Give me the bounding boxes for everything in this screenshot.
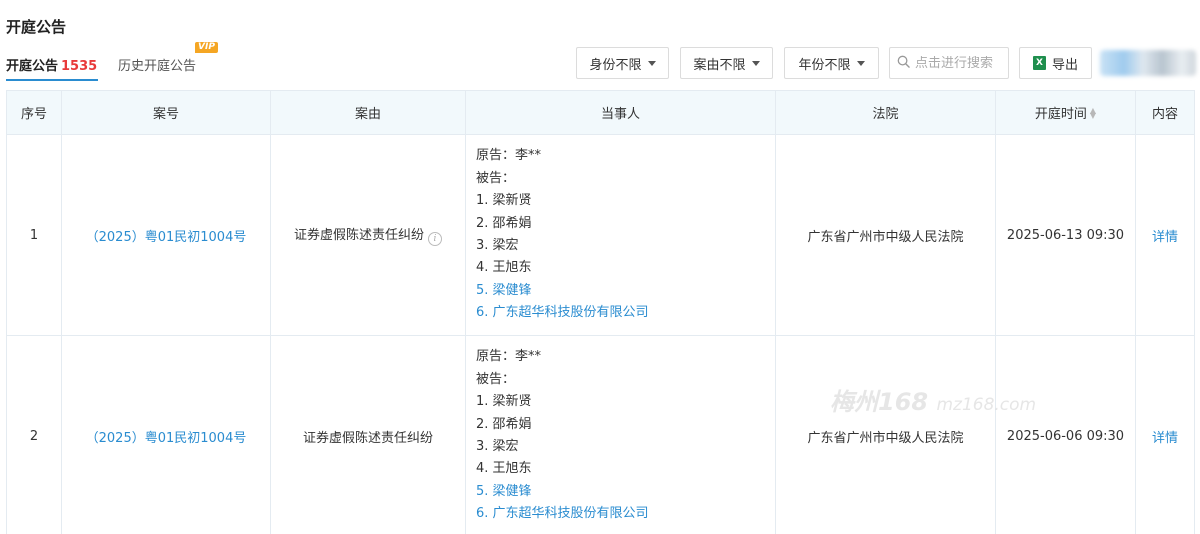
detail-link[interactable]: 详情 (1152, 230, 1178, 245)
defendant-link[interactable]: 6. 广东超华科技股份有限公司 (476, 503, 775, 525)
cause-cell: 证券虚假陈述责任纠纷 (270, 335, 466, 534)
cause-filter-dropdown[interactable]: 案由不限 (680, 47, 773, 79)
defendant-item: 2. 邵希娟 (476, 416, 532, 432)
header-parties: 当事人 (465, 90, 776, 135)
caret-down-icon (647, 60, 656, 66)
case-number-link[interactable]: （2025）粤01民初1004号 (86, 431, 247, 446)
plaintiff: 原告：李** (476, 349, 542, 365)
tab-current-announcements[interactable]: 开庭公告 1535 (6, 55, 97, 74)
header-time[interactable]: 开庭时间 ▲ ▼ (995, 90, 1136, 135)
defendant-item: 3. 梁宏 (476, 238, 519, 253)
vip-badge: VIP (195, 42, 218, 53)
sort-icon[interactable]: ▲ ▼ (1090, 107, 1096, 120)
court-cell: 广东省广州市中级人民法院 (775, 134, 996, 336)
identity-filter-label: 身份不限 (589, 57, 642, 73)
caret-down-icon (751, 60, 760, 66)
hearing-time-cell: 2025-06-06 09:30 (995, 335, 1136, 534)
search-input[interactable] (915, 55, 1005, 71)
page-title: 开庭公告 (6, 18, 67, 36)
court-announcement-table: 序号 案号 案由 当事人 法院 开庭时间 ▲ ▼ 内容 1 （2025）粤01民初1… (6, 90, 1195, 534)
court-cell: 广东省广州市中级人民法院 (775, 335, 996, 534)
parties-cell: 原告：李** 被告： 1. 梁新贤 2. 邵希娟 3. 梁宏 4. 王旭东 5.… (465, 335, 776, 534)
defendant-link[interactable]: 5. 梁健锋 (476, 481, 775, 503)
header-time-label: 开庭时间 (1034, 107, 1087, 122)
excel-icon: X (1032, 56, 1046, 70)
identity-filter-dropdown[interactable]: 身份不限 (576, 47, 669, 79)
info-icon[interactable]: i (428, 232, 442, 246)
defendant-item: 1. 梁新贤 (476, 193, 532, 209)
blurred-user-area (1100, 50, 1196, 76)
defendant-item: 4. 王旭东 (476, 461, 532, 477)
defendant-item: 4. 王旭东 (476, 260, 532, 276)
header-court: 法院 (775, 90, 996, 135)
row-index: 2 (6, 335, 62, 534)
export-button[interactable]: X 导出 (1019, 47, 1092, 79)
case-number-cell: （2025）粤01民初1004号 (61, 134, 271, 336)
export-label: 导出 (1051, 57, 1078, 73)
plaintiff: 原告：李** (476, 148, 542, 164)
year-filter-label: 年份不限 (798, 57, 851, 73)
header-cause: 案由 (270, 90, 466, 135)
defendant-item: 3. 梁宏 (476, 439, 519, 454)
cause-text: 证券虚假陈述责任纠纷 (302, 430, 433, 446)
year-filter-dropdown[interactable]: 年份不限 (784, 47, 879, 79)
cause-cell: 证券虚假陈述责任纠纷 i (270, 134, 466, 336)
tab-history-announcements[interactable]: 历史开庭公告 (118, 55, 196, 74)
cause-filter-label: 案由不限 (693, 57, 746, 73)
case-number-link[interactable]: （2025）粤01民初1004号 (86, 230, 247, 245)
cause-text: 证券虚假陈述责任纠纷 (293, 228, 424, 243)
table-header-row: 序号 案号 案由 当事人 法院 开庭时间 ▲ ▼ 内容 (6, 90, 1195, 135)
tab-current-label: 开庭公告 (6, 59, 59, 74)
defendant-label: 被告： (476, 170, 516, 186)
defendant-item: 2. 邵希娟 (476, 215, 532, 231)
parties-cell: 原告：李** 被告： 1. 梁新贤 2. 邵希娟 3. 梁宏 4. 王旭东 5.… (465, 134, 776, 336)
header-case-no: 案号 (61, 90, 271, 135)
table-row: 2 （2025）粤01民初1004号 证券虚假陈述责任纠纷 原告：李** 被告：… (6, 335, 1195, 534)
announcement-count: 1535 (61, 59, 98, 74)
defendant-label: 被告： (476, 371, 516, 387)
defendant-item: 1. 梁新贤 (476, 394, 532, 410)
detail-cell: 详情 (1135, 335, 1195, 534)
caret-down-icon (856, 60, 865, 66)
header-index: 序号 (6, 90, 62, 135)
case-number-cell: （2025）粤01民初1004号 (61, 335, 271, 534)
hearing-time-cell: 2025-06-13 09:30 (995, 134, 1136, 336)
defendant-link[interactable]: 5. 梁健锋 (476, 280, 775, 302)
header-content: 内容 (1135, 90, 1195, 135)
table-row: 1 （2025）粤01民初1004号 证券虚假陈述责任纠纷 i 原告：李** 被告… (6, 134, 1195, 336)
defendant-link[interactable]: 6. 广东超华科技股份有限公司 (476, 302, 775, 324)
detail-cell: 详情 (1135, 134, 1195, 336)
detail-link[interactable]: 详情 (1152, 431, 1178, 446)
search-icon (897, 55, 910, 72)
tab-active-underline (6, 79, 98, 81)
row-index: 1 (6, 134, 62, 336)
search-box[interactable] (889, 47, 1009, 79)
